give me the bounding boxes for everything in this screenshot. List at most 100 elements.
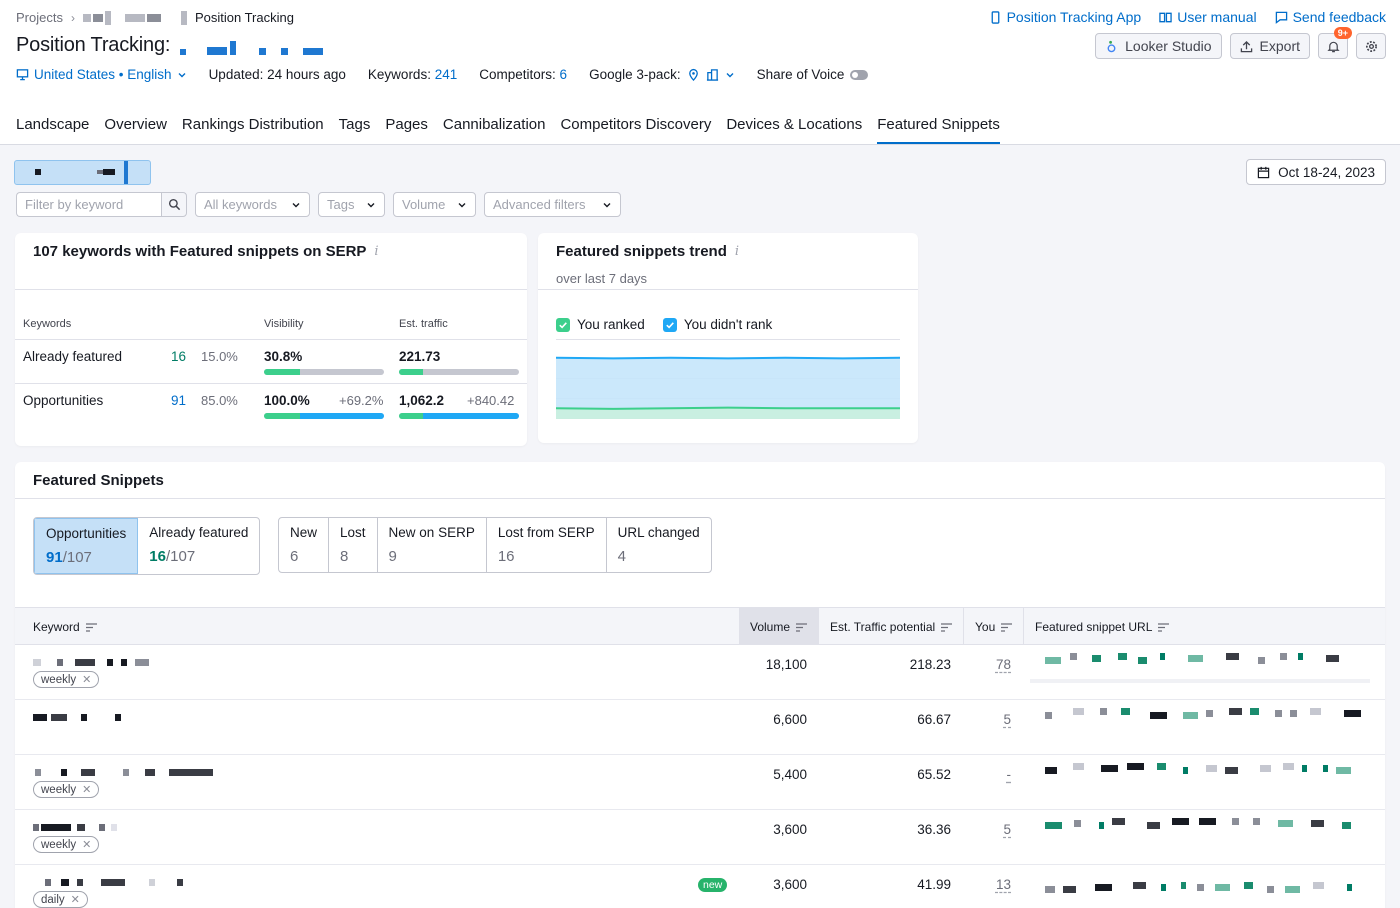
tab-cannibalization[interactable]: Cannibalization bbox=[443, 116, 546, 144]
competitors-value[interactable]: 6 bbox=[560, 67, 568, 82]
primary-segment-group: Opportunities 91/107 Already featured 16/… bbox=[33, 517, 261, 575]
keyword-filter-input[interactable] bbox=[16, 192, 161, 217]
keyword-redacted[interactable] bbox=[15, 879, 315, 889]
share-of-voice-toggle[interactable] bbox=[850, 70, 869, 81]
th-traffic-potential[interactable]: Est. Traffic potential bbox=[818, 608, 963, 646]
segment-already-featured[interactable]: Already featured 16/107 bbox=[138, 518, 259, 574]
segment-opportunities[interactable]: Opportunities 91/107 bbox=[34, 518, 139, 574]
trend-card-title: Featured snippets trend i bbox=[556, 243, 740, 260]
keyword-tag[interactable]: daily ✕ bbox=[33, 891, 88, 908]
th-volume[interactable]: Volume bbox=[739, 608, 818, 646]
upload-icon bbox=[1240, 40, 1252, 52]
info-icon[interactable]: i bbox=[374, 244, 378, 259]
book-link[interactable]: User manual bbox=[1159, 9, 1257, 25]
looker-studio-label: Looker Studio bbox=[1125, 38, 1212, 54]
close-icon[interactable]: ✕ bbox=[71, 893, 80, 906]
keywords-value[interactable]: 241 bbox=[435, 67, 458, 82]
tags-dropdown[interactable]: Tags bbox=[318, 192, 385, 217]
segment-value: 6 bbox=[290, 548, 299, 565]
info-icon[interactable]: i bbox=[735, 244, 739, 259]
tab-devices-locations[interactable]: Devices & Locations bbox=[726, 116, 862, 144]
segment-lost-from-serp[interactable]: Lost from SERP 16 bbox=[487, 518, 607, 572]
th-keyword[interactable]: Keyword bbox=[22, 608, 738, 646]
competitors-count: Competitors: 6 bbox=[479, 67, 568, 82]
breadcrumb-projects[interactable]: Projects bbox=[16, 10, 63, 25]
th-you[interactable]: You bbox=[963, 608, 1023, 646]
featured-snippet-url-redacted[interactable] bbox=[1025, 882, 1385, 893]
location-selector[interactable]: United States • English bbox=[16, 67, 187, 82]
featured-snippet-url-redacted[interactable] bbox=[1025, 818, 1385, 829]
tab-rankings-distribution[interactable]: Rankings Distribution bbox=[182, 116, 324, 144]
keyword-tag[interactable]: weekly ✕ bbox=[33, 836, 100, 853]
legend-you-ranked[interactable]: You ranked bbox=[556, 317, 645, 333]
keyword-tag[interactable]: weekly ✕ bbox=[33, 781, 100, 798]
tab-tags[interactable]: Tags bbox=[339, 116, 371, 144]
you-position-link[interactable]: 5 bbox=[965, 712, 1011, 727]
th-featured-snippet-url[interactable]: Featured snippet URL bbox=[1023, 608, 1385, 646]
looker-studio-button[interactable]: Looker Studio bbox=[1095, 33, 1222, 59]
summary-row-label: Opportunities bbox=[23, 393, 104, 408]
segment-lost[interactable]: Lost 8 bbox=[329, 518, 378, 572]
export-button[interactable]: Export bbox=[1229, 33, 1310, 59]
phone-link[interactable]: Position Tracking App bbox=[989, 9, 1141, 25]
breadcrumb-project-redacted[interactable] bbox=[82, 10, 161, 25]
tab-featured-snippets[interactable]: Featured Snippets bbox=[877, 116, 1000, 144]
series-line-0 bbox=[556, 356, 900, 360]
segment-label: Lost from SERP bbox=[497, 525, 595, 540]
segment-new[interactable]: New 6 bbox=[279, 518, 330, 572]
table-row[interactable]: weekly ✕ 18,100 218.23 78 bbox=[15, 645, 1385, 700]
you-position-link[interactable]: 78 bbox=[965, 657, 1011, 672]
settings-button[interactable] bbox=[1356, 33, 1386, 59]
you-position-link[interactable]: 5 bbox=[965, 822, 1011, 837]
traffic-potential-cell: 66.67 bbox=[917, 712, 951, 727]
keyword-tag[interactable]: weekly ✕ bbox=[33, 671, 100, 688]
tab-overview[interactable]: Overview bbox=[104, 116, 167, 144]
featured-snippet-url-redacted[interactable] bbox=[1025, 708, 1385, 719]
tab-pages[interactable]: Pages bbox=[385, 116, 428, 144]
close-icon[interactable]: ✕ bbox=[82, 783, 91, 796]
new-badge: new bbox=[698, 878, 728, 892]
traffic-bar bbox=[399, 369, 519, 375]
keyword-redacted[interactable] bbox=[15, 769, 315, 779]
secondary-segment-group: New 6 Lost 8 New on SERP 9 Lost from SERP 1… bbox=[278, 517, 712, 573]
keyword-redacted[interactable] bbox=[15, 714, 315, 724]
all-keywords-dropdown[interactable]: All keywords bbox=[195, 192, 310, 217]
google-3pack-label: Google 3-pack: bbox=[589, 67, 681, 82]
close-icon[interactable]: ✕ bbox=[82, 838, 91, 851]
featured-snippet-url-redacted[interactable] bbox=[1025, 763, 1385, 774]
table-row[interactable]: weekly ✕ 5,400 65.52 - bbox=[15, 755, 1385, 810]
visibility-bar bbox=[264, 413, 384, 419]
chat-link[interactable]: Send feedback bbox=[1275, 9, 1386, 25]
notifications-button[interactable]: 9+ bbox=[1318, 27, 1352, 59]
volume-cell: 3,600 bbox=[773, 822, 807, 837]
keyword-redacted[interactable] bbox=[15, 824, 315, 834]
close-icon[interactable]: ✕ bbox=[82, 673, 91, 686]
segment-new-on-serp[interactable]: New on SERP 9 bbox=[378, 518, 487, 572]
table-row[interactable]: weekly ✕ 3,600 36.36 5 bbox=[15, 810, 1385, 865]
tab-competitors-discovery[interactable]: Competitors Discovery bbox=[560, 116, 711, 144]
traffic-potential-cell: 218.23 bbox=[909, 657, 951, 672]
date-range-button[interactable]: Oct 18-24, 2023 bbox=[1246, 159, 1386, 185]
table-row[interactable]: 6,600 66.67 5 bbox=[15, 700, 1385, 755]
col-est-traffic: Est. traffic bbox=[399, 318, 448, 330]
you-position-link[interactable]: 13 bbox=[965, 877, 1011, 892]
legend-you-didnt-rank[interactable]: You didn't rank bbox=[662, 317, 772, 333]
summary-row-count[interactable]: 16 bbox=[171, 349, 186, 364]
google-3pack[interactable]: Google 3-pack: bbox=[589, 67, 735, 82]
volume-dropdown[interactable]: Volume bbox=[393, 192, 476, 217]
search-button[interactable] bbox=[161, 192, 187, 217]
summary-card: 107 keywords with Featured snippets on S… bbox=[15, 233, 527, 446]
featured-snippet-url-redacted[interactable] bbox=[1025, 653, 1385, 664]
advanced-filters-dropdown[interactable]: Advanced filters bbox=[484, 192, 621, 217]
table-row[interactable]: daily ✕ new 3,600 41.99 13 bbox=[15, 865, 1385, 908]
segment-url-changed[interactable]: URL changed 4 bbox=[607, 518, 711, 572]
device-tab-redacted[interactable] bbox=[14, 160, 151, 185]
keyword-redacted[interactable] bbox=[15, 659, 315, 669]
summary-row-visibility: 30.8% bbox=[264, 349, 303, 364]
chevron-right-icon: › bbox=[70, 10, 75, 25]
summary-row-count[interactable]: 91 bbox=[171, 393, 186, 408]
you-position-link[interactable]: - bbox=[965, 767, 1012, 782]
tab-landscape[interactable]: Landscape bbox=[16, 116, 89, 144]
summary-row-visibility: 100.0% bbox=[264, 393, 310, 408]
share-of-voice[interactable]: Share of Voice bbox=[757, 67, 869, 82]
